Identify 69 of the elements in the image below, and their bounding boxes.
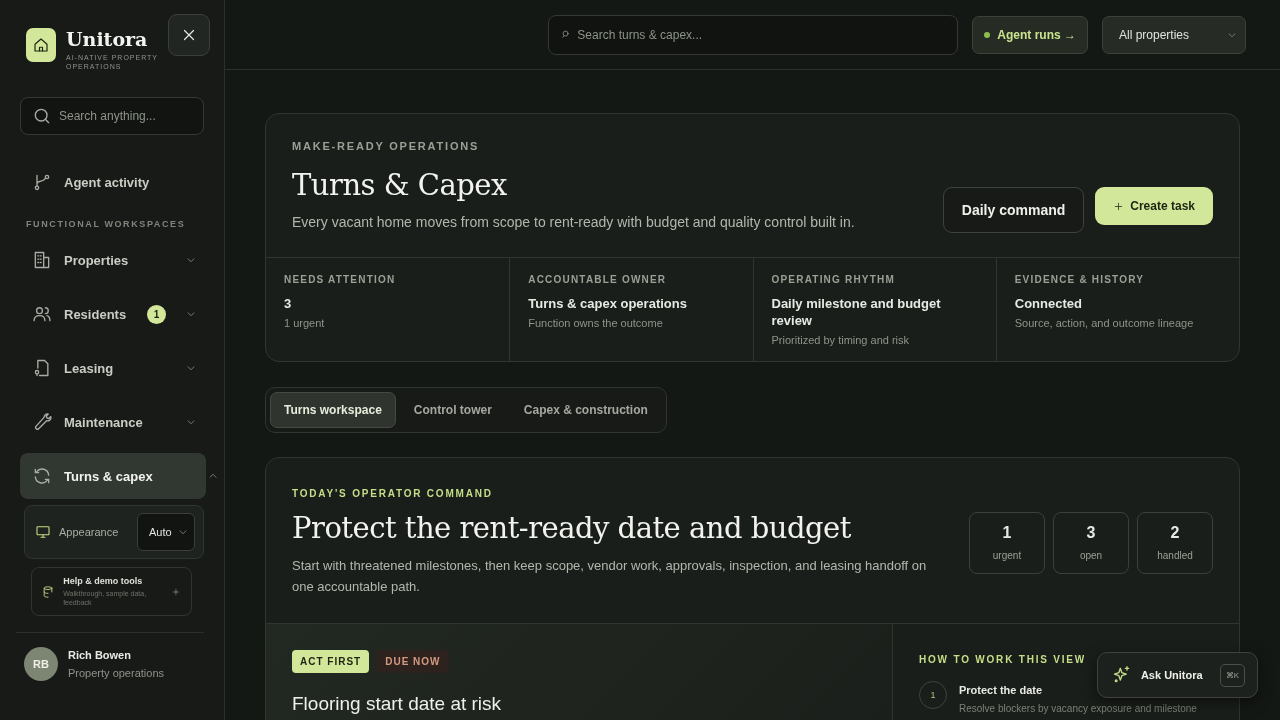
page-description: Every vacant home moves from scope to rent-ready with budget and quality control built in.	[292, 213, 855, 232]
stat-value: 3	[284, 295, 293, 312]
counter-value: 3	[1086, 524, 1096, 542]
count-badge: 1	[147, 304, 166, 324]
nav-item[interactable]: Properties	[20, 237, 184, 283]
user-role: Property operations	[68, 667, 164, 679]
refresh-icon	[32, 466, 52, 486]
sparkle-icon	[1111, 665, 1132, 685]
appearance-select[interactable]: Auto	[137, 513, 195, 551]
wrench-icon	[32, 412, 52, 432]
stat-label: EVIDENCE & HISTORY	[1014, 274, 1146, 285]
database-icon	[42, 583, 56, 600]
document-icon	[32, 358, 52, 378]
counter-label: open	[1079, 550, 1103, 561]
branch-icon	[32, 172, 52, 192]
stat-note: Function owns the outcome	[528, 317, 664, 329]
guide-heading: HOW TO WORK THIS VIEW	[919, 654, 1088, 665]
tab[interactable]: Control tower	[399, 392, 506, 428]
stat-label: ACCOUNTABLE OWNER	[528, 274, 668, 285]
agent-runs-button[interactable]: Agent runs →	[972, 15, 1088, 54]
stat-note: 1 urgent	[284, 317, 326, 329]
nav-item[interactable]: Maintenance	[20, 399, 184, 445]
people-icon	[32, 304, 52, 324]
tab[interactable]: Capex & construction	[509, 392, 662, 428]
search-field[interactable]: Search anything...	[20, 97, 204, 135]
counter-label: urgent	[992, 550, 1022, 561]
nav-item[interactable]: Turns & capex	[20, 453, 206, 499]
ask-assistant-button[interactable]: Ask Unitora ⌘K	[1096, 652, 1258, 698]
create-task-button[interactable]: Create task	[1095, 187, 1213, 225]
stat-label: OPERATING RHYTHM	[771, 274, 896, 285]
command-title: Protect the rent-ready date and budget	[292, 511, 852, 545]
stat-value: Daily milestone and budget review	[771, 295, 942, 329]
brand-name: Unitora	[66, 28, 149, 50]
nav-item[interactable]: Leasing	[20, 345, 184, 391]
daily-command-button[interactable]: Daily command	[942, 187, 1085, 233]
building-icon	[32, 250, 52, 270]
task-title: Flooring start date at risk	[292, 693, 503, 715]
nav-item[interactable]: Agent activity	[20, 159, 204, 205]
search-icon	[32, 106, 52, 126]
counter-label: handled	[1157, 550, 1193, 561]
plus-icon	[1113, 200, 1125, 212]
eyebrow-label: MAKE-READY OPERATIONS	[292, 140, 481, 152]
stat-label: NEEDS ATTENTION	[284, 274, 397, 285]
status-tag: ACT FIRST	[292, 650, 370, 673]
property-select[interactable]: All properties	[1102, 15, 1246, 54]
counter-value: 2	[1170, 524, 1180, 542]
shortcut-key: ⌘K	[1219, 663, 1245, 687]
eyebrow-label: TODAY'S OPERATOR COMMAND	[292, 488, 494, 499]
search-icon	[561, 28, 572, 39]
stat-value: Connected	[1014, 295, 1083, 312]
help-title: Help & demo tools	[63, 576, 144, 586]
appearance-label: Appearance	[59, 526, 119, 538]
house-icon	[32, 36, 50, 54]
stat-value: Turns & capex operations	[528, 295, 688, 312]
close-button[interactable]	[168, 14, 210, 56]
status-tag: DUE NOW	[377, 650, 449, 673]
counter-value: 1	[1002, 524, 1012, 542]
user-name: Rich Bowen	[68, 649, 132, 661]
monitor-icon	[35, 524, 51, 540]
step-text: Resolve blockers by vacancy exposure and milestone	[959, 703, 1197, 714]
page-title: Turns & Capex	[292, 168, 508, 202]
search-field[interactable]: Search turns & capex...	[548, 14, 959, 55]
command-description: Start with threatened milestones, then keep scope, vendor work, approvals, inspection, and leasing handoff on one accountable path.	[292, 557, 928, 596]
nav-item[interactable]: Residents 1	[20, 291, 184, 337]
section-label: FUNCTIONAL WORKSPACES	[26, 219, 187, 229]
tab[interactable]: Turns workspace	[270, 392, 396, 428]
stat-note: Prioritized by timing and risk	[771, 334, 911, 346]
step-title: Protect the date	[959, 684, 1044, 696]
stat-note: Source, action, and outcome lineage	[1014, 317, 1195, 329]
